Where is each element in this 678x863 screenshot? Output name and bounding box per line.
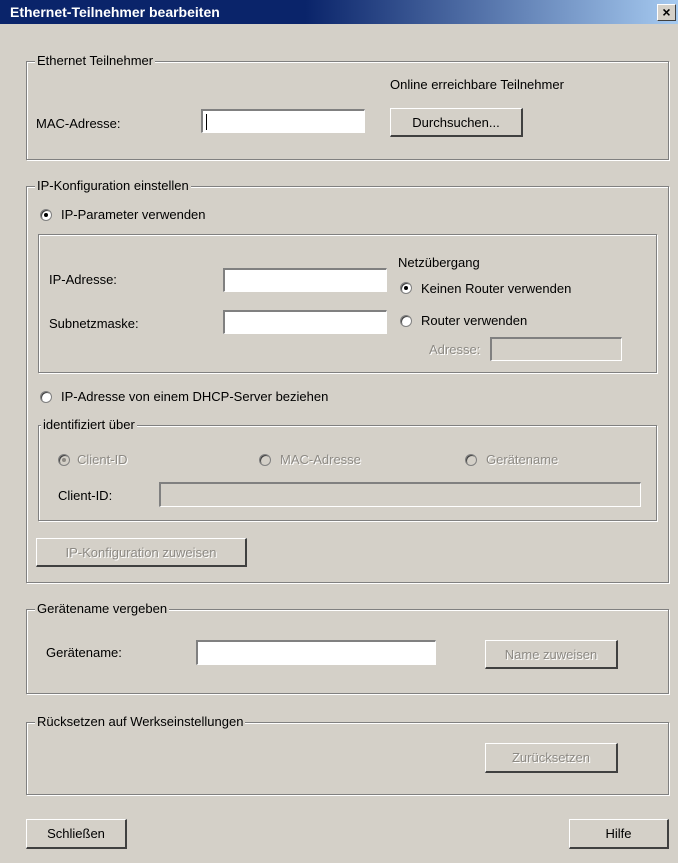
title-bar[interactable]: Ethernet-Teilnehmer bearbeiten × — [0, 0, 678, 24]
radio-dot — [62, 458, 66, 462]
help-button[interactable]: Hilfe — [569, 819, 669, 849]
subnet-mask-input[interactable] — [223, 310, 387, 334]
use-ip-params-label[interactable]: IP-Parameter verwenden — [61, 207, 206, 223]
mac-address-radio[interactable] — [259, 454, 271, 466]
use-ip-params-radio[interactable] — [40, 209, 52, 221]
gateway-heading: Netzübergang — [398, 255, 480, 270]
radio-dot — [44, 213, 48, 217]
assign-name-button[interactable]: Name zuweisen — [485, 640, 618, 669]
device-name-option-label[interactable]: Gerätename — [486, 452, 558, 468]
ethernet-participant-legend: Ethernet Teilnehmer — [35, 53, 156, 69]
use-router-radio[interactable] — [400, 315, 412, 327]
client-id-label: Client-ID: — [58, 488, 113, 503]
browse-button[interactable]: Durchsuchen... — [390, 108, 523, 137]
use-router-label[interactable]: Router verwenden — [421, 313, 527, 329]
identified-by-legend: identifiziert über — [41, 417, 137, 433]
dhcp-radio[interactable] — [40, 391, 52, 403]
dialog-window: Ethernet-Teilnehmer bearbeiten × Etherne… — [0, 0, 678, 863]
online-participants-label: Online erreichbare Teilnehmer — [390, 77, 564, 92]
device-name-input[interactable] — [196, 640, 436, 665]
dhcp-label[interactable]: IP-Adresse von einem DHCP-Server beziehe… — [61, 389, 328, 405]
window-title: Ethernet-Teilnehmer bearbeiten — [10, 4, 220, 20]
assign-ip-configuration-button[interactable]: IP-Konfiguration zuweisen — [36, 538, 247, 567]
ip-address-input[interactable] — [223, 268, 387, 292]
client-id-radio[interactable] — [58, 454, 70, 466]
device-name-radio[interactable] — [465, 454, 477, 466]
text-caret — [206, 114, 207, 130]
router-address-input[interactable] — [490, 337, 622, 361]
factory-reset-legend: Rücksetzen auf Werkseinstellungen — [35, 714, 246, 730]
no-router-radio[interactable] — [400, 282, 412, 294]
device-name-label: Gerätename: — [46, 645, 122, 660]
radio-dot — [404, 286, 408, 290]
ip-address-label: IP-Adresse: — [49, 272, 117, 287]
router-address-label: Adresse: — [429, 342, 481, 357]
ip-configuration-legend: IP-Konfiguration einstellen — [35, 178, 191, 194]
client-id-option-label[interactable]: Client-ID — [77, 452, 128, 468]
close-button[interactable]: Schließen — [26, 819, 127, 849]
device-name-legend: Gerätename vergeben — [35, 601, 170, 617]
mac-address-option-label[interactable]: MAC-Adresse — [280, 452, 361, 468]
mac-address-input[interactable] — [201, 109, 365, 133]
mac-address-label: MAC-Adresse: — [36, 116, 121, 131]
client-id-input[interactable] — [159, 482, 641, 507]
reset-button[interactable]: Zurücksetzen — [485, 743, 618, 773]
subnet-mask-label: Subnetzmaske: — [49, 316, 139, 331]
close-icon[interactable]: × — [657, 4, 676, 21]
no-router-label[interactable]: Keinen Router verwenden — [421, 281, 571, 297]
